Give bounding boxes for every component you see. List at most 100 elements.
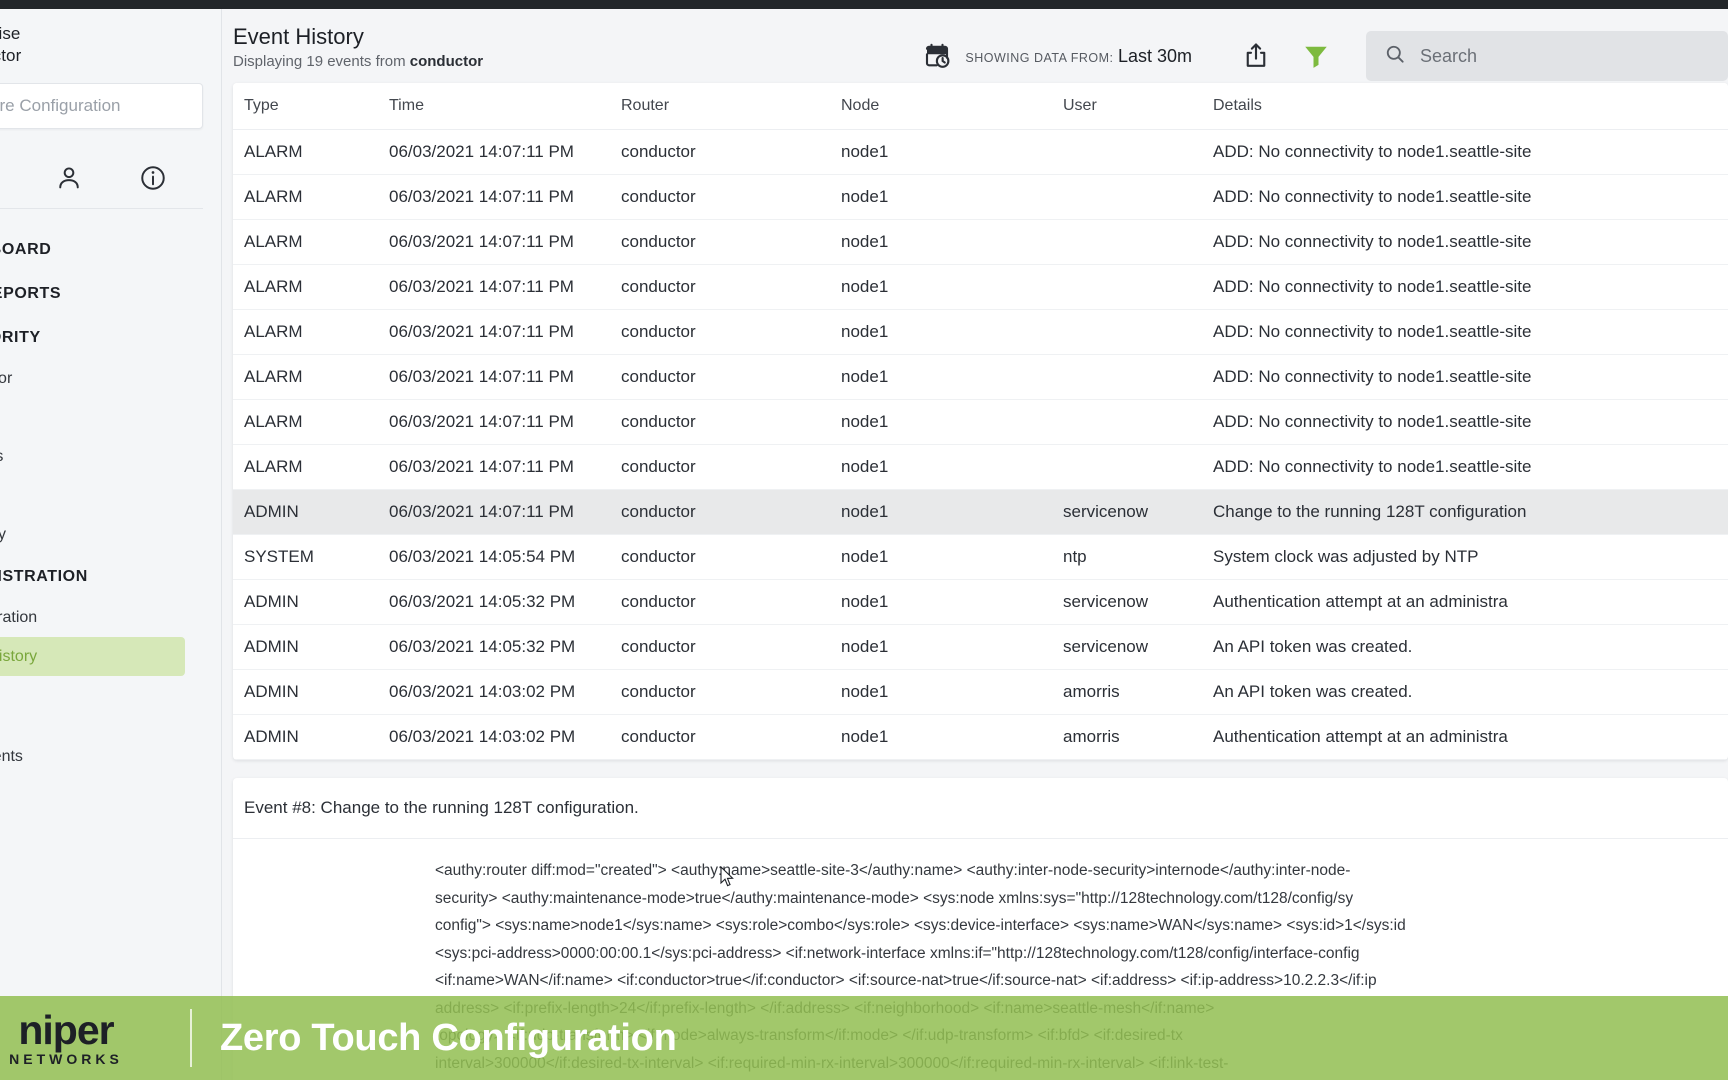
- app-root: Enterprise Conductor Explore Configurati…: [0, 0, 1728, 1080]
- sidebar-item-tenants[interactable]: Tenants: [0, 476, 221, 515]
- sidebar-item-users[interactable]: Users: [0, 676, 221, 715]
- table-header-row: Type Time Router Node User Details: [233, 83, 1728, 130]
- sidebar-item-configuration[interactable]: Configuration: [0, 598, 221, 637]
- sidebar-item-services[interactable]: Services: [0, 437, 221, 476]
- sidebar-item-routers[interactable]: Routers: [0, 398, 221, 437]
- search-input[interactable]: Search: [1366, 31, 1728, 81]
- filter-icon[interactable]: [1286, 41, 1346, 71]
- table-row[interactable]: ALARM 06/03/2021 14:07:11 PM conductor node…: [233, 354, 1728, 400]
- banner-title: Zero Touch Configuration: [220, 1016, 677, 1059]
- table-cell-node: node1: [841, 579, 1063, 625]
- column-header-node[interactable]: Node: [841, 83, 1063, 130]
- sidebar-item-conductor[interactable]: conductor: [0, 359, 221, 398]
- table-cell-router: conductor: [621, 219, 841, 265]
- table-cell-type: ADMIN: [233, 579, 389, 625]
- table-cell-details: ADD: No connectivity to node1.seattle-si…: [1213, 129, 1728, 175]
- table-cell-user: [1063, 174, 1213, 220]
- table-cell-type: ADMIN: [233, 489, 389, 535]
- table-row[interactable]: ALARM 06/03/2021 14:07:11 PM conductor node…: [233, 174, 1728, 220]
- brand-line-2: Conductor: [0, 46, 22, 65]
- bottom-banner: niper NETWORKS Zero Touch Configuration: [0, 996, 1728, 1080]
- sidebar-item-documents[interactable]: Documents: [0, 737, 221, 776]
- table-cell-details: Authentication attempt at an administra: [1213, 579, 1728, 625]
- table-cell-node: node1: [841, 669, 1063, 715]
- top-window-strip: [0, 0, 1728, 9]
- page-header: Event History Displaying 19 events from …: [222, 9, 1728, 83]
- table-cell-details: An API token was created.: [1213, 669, 1728, 715]
- table-cell-user: ntp: [1063, 534, 1213, 580]
- showing-data-from-value: Last 30m: [1117, 45, 1192, 66]
- sidebar-section-authority: AUTHORITY: [0, 329, 41, 346]
- table-cell-node: node1: [841, 444, 1063, 490]
- juniper-logo: niper NETWORKS: [0, 1009, 178, 1067]
- brand-title: Enterprise Conductor: [0, 9, 221, 73]
- table-cell-router: conductor: [621, 714, 841, 760]
- share-export-icon[interactable]: [1226, 41, 1286, 71]
- table-cell-details: ADD: No connectivity to node1.seattle-si…: [1213, 354, 1728, 400]
- table-row[interactable]: ADMIN 06/03/2021 14:05:32 PM conductor node…: [233, 624, 1728, 670]
- page-header-text: Event History Displaying 19 events from …: [233, 23, 483, 70]
- xml-line: <authy:router diff:mod="created"> <authy…: [435, 862, 1351, 879]
- calendar-clock-icon: [922, 41, 952, 71]
- sidebar-item-topology[interactable]: Topology: [0, 515, 221, 554]
- table-cell-node: node1: [841, 624, 1063, 670]
- time-range-selector[interactable]: SHOWING DATA FROM: Last 30m: [922, 41, 1192, 71]
- column-header-time[interactable]: Time: [389, 83, 621, 130]
- table-row[interactable]: ALARM 06/03/2021 14:07:11 PM conductor node…: [233, 219, 1728, 265]
- column-header-type[interactable]: Type: [233, 83, 389, 130]
- table-row[interactable]: ALARM 06/03/2021 14:07:11 PM conductor node…: [233, 309, 1728, 355]
- table-cell-router: conductor: [621, 264, 841, 310]
- xml-line: <if:name>WAN</if:name> <if:conductor>tru…: [435, 972, 1377, 989]
- table-row[interactable]: SYSTEM 06/03/2021 14:05:54 PM conductor nod…: [233, 534, 1728, 580]
- table-cell-user: servicenow: [1063, 579, 1213, 625]
- table-cell-node: node1: [841, 534, 1063, 580]
- page-subtitle-strong: conductor: [409, 53, 484, 70]
- table-row[interactable]: ADMIN 06/03/2021 14:03:02 PM conductor node…: [233, 669, 1728, 715]
- table-cell-details: ADD: No connectivity to node1.seattle-si…: [1213, 444, 1728, 490]
- table-row[interactable]: ALARM 06/03/2021 14:07:11 PM conductor node…: [233, 444, 1728, 490]
- table-row[interactable]: ALARM 06/03/2021 14:07:11 PM conductor node…: [233, 399, 1728, 445]
- table-cell-type: ALARM: [233, 399, 389, 445]
- event-detail-title: Event #8: Change to the running 128T con…: [233, 778, 1728, 839]
- sidebar-icon-row: [0, 147, 203, 209]
- table-row[interactable]: ALARM 06/03/2021 14:07:11 PM conductor node…: [233, 264, 1728, 310]
- table-row[interactable]: ADMIN 06/03/2021 14:03:02 PM conductor node…: [233, 714, 1728, 760]
- table-cell-time: 06/03/2021 14:07:11 PM: [389, 174, 621, 220]
- table-cell-user: amorris: [1063, 669, 1213, 715]
- page-subtitle-prefix: Displaying 19 events from: [233, 53, 410, 70]
- table-cell-user: [1063, 264, 1213, 310]
- table-cell-time: 06/03/2021 14:07:11 PM: [389, 399, 621, 445]
- table-cell-router: conductor: [621, 309, 841, 355]
- table-body: ALARM 06/03/2021 14:07:11 PM conductor node…: [233, 129, 1728, 760]
- table-cell-router: conductor: [621, 129, 841, 175]
- table-row[interactable]: ALARM 06/03/2021 14:07:11 PM conductor node…: [233, 129, 1728, 175]
- table-cell-type: ALARM: [233, 129, 389, 175]
- time-range-text: SHOWING DATA FROM: Last 30m: [965, 46, 1192, 67]
- explore-configuration-input[interactable]: Explore Configuration: [0, 83, 203, 129]
- info-icon[interactable]: [139, 164, 167, 192]
- column-header-user[interactable]: User: [1063, 83, 1213, 130]
- table-cell-time: 06/03/2021 14:05:32 PM: [389, 624, 621, 670]
- showing-data-from-label: SHOWING DATA FROM:: [965, 50, 1114, 65]
- table-cell-details: Change to the running 128T configuration: [1213, 489, 1728, 535]
- event-history-table: Type Time Router Node User Details ALARM…: [233, 83, 1728, 760]
- sidebar-item-event-history[interactable]: Event History: [0, 637, 185, 676]
- table-cell-type: SYSTEM: [233, 534, 389, 580]
- column-header-router[interactable]: Router: [621, 83, 841, 130]
- explore-configuration-wrap: Explore Configuration: [0, 73, 221, 129]
- table-cell-time: 06/03/2021 14:07:11 PM: [389, 264, 621, 310]
- table-cell-user: [1063, 399, 1213, 445]
- page-title: Event History: [233, 24, 364, 49]
- table-cell-router: conductor: [621, 444, 841, 490]
- table-cell-details: System clock was adjusted by NTP: [1213, 534, 1728, 580]
- table-row[interactable]: ADMIN 06/03/2021 14:05:32 PM conductor node…: [233, 579, 1728, 625]
- page-subtitle: Displaying 19 events from conductor: [233, 53, 483, 70]
- table-cell-details: An API token was created.: [1213, 624, 1728, 670]
- table-cell-type: ALARM: [233, 174, 389, 220]
- table-cell-router: conductor: [621, 579, 841, 625]
- table-cell-time: 06/03/2021 14:07:11 PM: [389, 309, 621, 355]
- table-cell-router: conductor: [621, 669, 841, 715]
- user-icon[interactable]: [55, 164, 83, 192]
- column-header-details[interactable]: Details: [1213, 83, 1728, 130]
- table-row[interactable]: ADMIN 06/03/2021 14:07:11 PM conductor node…: [233, 489, 1728, 535]
